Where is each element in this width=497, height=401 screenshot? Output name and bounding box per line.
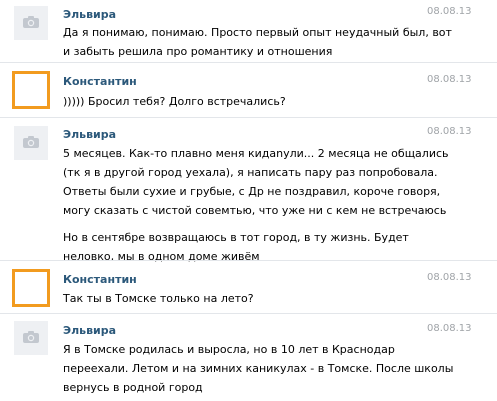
camera-icon <box>22 135 40 152</box>
message-date: 08.08.13 <box>427 6 472 17</box>
message-item: Эльвира 08.08.13 Я в Томске родилась и в… <box>0 313 497 401</box>
message-item: Эльвира 08.08.13 Да я понимаю, понимаю. … <box>0 0 497 62</box>
message-date: 08.08.13 <box>427 272 472 283</box>
message-date: 08.08.13 <box>427 74 472 85</box>
camera-icon <box>22 15 40 32</box>
avatar[interactable] <box>14 6 48 40</box>
message-text: Так ты в Томске только на лето? <box>63 292 254 305</box>
message-text: 5 месяцев. Как-то плавно меня кидanули..… <box>63 147 449 263</box>
message-author[interactable]: Константин <box>63 273 137 286</box>
message-author[interactable]: Эльвира <box>63 8 116 21</box>
message-author[interactable]: Эльвира <box>63 324 116 337</box>
message-text: Я в Томске родилась и выросла, но в 10 л… <box>63 343 454 394</box>
avatar[interactable] <box>12 71 50 109</box>
message-text: ))))) Бросил тебя? Долго встречались? <box>63 95 286 108</box>
message-date: 08.08.13 <box>427 323 472 334</box>
avatar[interactable] <box>12 269 50 307</box>
message-text: Да я понимаю, понимаю. Просто первый опы… <box>63 26 452 58</box>
message-author[interactable]: Эльвира <box>63 128 116 141</box>
message-author[interactable]: Константин <box>63 75 137 88</box>
avatar[interactable] <box>14 126 48 160</box>
message-item: Константин 08.08.13 Так ты в Томске толь… <box>0 260 497 313</box>
message-item: Константин 08.08.13 ))))) Бросил тебя? Д… <box>0 62 497 117</box>
camera-icon <box>22 330 40 347</box>
message-date: 08.08.13 <box>427 126 472 137</box>
message-item: Эльвира 08.08.13 5 месяцев. Как-то плавн… <box>0 117 497 263</box>
avatar[interactable] <box>14 321 48 355</box>
